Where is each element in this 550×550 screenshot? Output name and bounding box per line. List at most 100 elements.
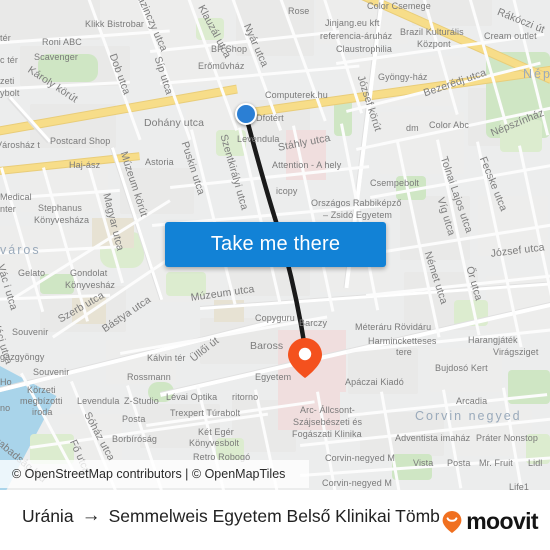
map-poi-label: Központ bbox=[417, 39, 451, 49]
map-poi-label: Mr. Fruit bbox=[479, 458, 513, 468]
map-poi-label: Brazil Kulturális bbox=[400, 27, 464, 37]
take-me-there-button[interactable]: Take me there bbox=[165, 222, 386, 267]
map-poi-label: Lidl bbox=[528, 458, 543, 468]
map-street-label: Német utca bbox=[421, 250, 450, 306]
map-poi-label: Barczy bbox=[299, 318, 328, 328]
map-street-label: Dohány utca bbox=[144, 117, 205, 129]
moovit-logo[interactable]: moovit bbox=[441, 508, 539, 535]
map-poi-label: Dfotért bbox=[256, 113, 284, 123]
map-poi-label: Gondolat bbox=[70, 268, 108, 278]
map-street-label: Baross bbox=[250, 340, 284, 352]
map-canvas[interactable]: Klikk Bistrobar Roni ABC Scavenger Postcard… bbox=[0, 0, 550, 490]
map-poi-label: Adventista imaház bbox=[395, 433, 471, 443]
map-poi-label: referencia-áruház bbox=[320, 31, 393, 41]
map-poi-label: Borbíróság bbox=[112, 434, 158, 444]
map-street-label: Vác i utca bbox=[0, 263, 20, 312]
map-poi-label: Arc- Állcsont- bbox=[300, 405, 355, 415]
map-poi-label: Computerek.hu bbox=[265, 90, 328, 100]
map-street-label: Szentkirályi utca bbox=[217, 133, 251, 212]
map-poi-label: Trexpert Túrabolt bbox=[170, 408, 241, 418]
map-street-label: Síp utca bbox=[151, 55, 176, 97]
map-street-label: Bástya utca bbox=[100, 293, 154, 335]
map-poi-label: Kálvin tér bbox=[147, 353, 186, 363]
map-poi-label: zeti bbox=[0, 76, 15, 86]
map-poi-label: Práter Nonstop bbox=[476, 433, 538, 443]
map-poi-label: Souvenir bbox=[12, 327, 49, 337]
map-poi-label: Országos Rabbiképző bbox=[311, 198, 402, 208]
map-poi-label: Corvin-negyed M bbox=[322, 478, 393, 488]
map-street-label: Dob utca bbox=[106, 52, 133, 97]
map-poi-label: Klikk Bistrobar bbox=[85, 19, 145, 29]
map-poi-label: Apáczai Kiadó bbox=[345, 377, 404, 387]
map-street-label: Magyar utca bbox=[100, 192, 127, 253]
destination-pin-icon[interactable] bbox=[285, 336, 325, 380]
map-street-label: Fecske utca bbox=[476, 155, 510, 214]
map-poi-label: no bbox=[0, 403, 11, 413]
map-street-label: József utca bbox=[490, 241, 546, 260]
moovit-wordmark: moovit bbox=[466, 508, 538, 534]
map-poi-label: Jinjang.eu kft bbox=[325, 18, 380, 28]
map-area-label: város bbox=[0, 243, 41, 257]
map-poi-label: Gelato bbox=[18, 268, 46, 278]
map-poi-label: Harangjáték bbox=[468, 335, 518, 345]
map-poi-label: icopy bbox=[276, 186, 298, 196]
trip-summary: Uránia → Semmelweis Egyetem Belső Klinik… bbox=[22, 505, 440, 527]
map-poi-label: c tér bbox=[0, 55, 19, 65]
map-poi-label: – Zsidó Egyetem bbox=[323, 210, 393, 220]
map-street-label: József körút bbox=[354, 74, 384, 133]
map-poi-label: Rose bbox=[288, 6, 310, 16]
map-poi-label: dm bbox=[406, 123, 419, 133]
map-street-label: Károly körút bbox=[25, 64, 81, 106]
map-street-label: Szerb utca bbox=[56, 289, 107, 326]
map-poi-label: ritorno bbox=[232, 392, 259, 402]
map-street-label: Népszínház bbox=[489, 106, 546, 140]
arrow-right-icon: → bbox=[81, 505, 101, 526]
map-poi-label: Városház t bbox=[0, 140, 41, 150]
map-poi-label: Roni ABC bbox=[42, 37, 82, 47]
map-street-label: Őr utca bbox=[463, 265, 485, 303]
map-poi-label: Rossmann bbox=[127, 372, 171, 382]
trip-destination-name: Semmelweis Egyetem Belső Klinikai Tömb bbox=[108, 505, 440, 526]
map-poi-label: Medical bbox=[0, 192, 32, 202]
map-poi-label: Körzeti bbox=[27, 385, 56, 395]
map-area-label: Nép bbox=[523, 67, 550, 81]
map-street-label: Stáhly utca bbox=[277, 131, 332, 154]
map-poi-label: Levendula bbox=[237, 134, 280, 144]
map-poi-label: Fogászati Klinika bbox=[292, 429, 362, 439]
map-street-label: Bezerédj utca bbox=[422, 66, 488, 100]
map-poi-label: Levendula bbox=[77, 396, 120, 406]
map-poi-label: Postcard Shop bbox=[50, 136, 111, 146]
map-street-label: Üllői út bbox=[188, 334, 222, 365]
map-poi-label: Claustrophilia bbox=[336, 44, 392, 54]
moovit-trip-map-screen: Klikk Bistrobar Roni ABC Scavenger Postcard… bbox=[0, 0, 550, 550]
map-poi-label: Haj-ász bbox=[69, 160, 101, 170]
attribution-text: © OpenStreetMap contributors | © OpenMap… bbox=[12, 467, 286, 481]
trip-origin-name: Uránia bbox=[22, 505, 74, 526]
map-attribution[interactable]: © OpenStreetMap contributors | © OpenMap… bbox=[0, 460, 309, 488]
map-poi-label: Virágsziget bbox=[493, 347, 539, 357]
map-poi-label: Könyvesháza bbox=[34, 215, 90, 225]
map-poi-label: Bujdosó Kert bbox=[435, 363, 488, 373]
map-poi-label: Arcadia bbox=[456, 396, 488, 406]
map-poi-label: Csempebolt bbox=[370, 178, 420, 188]
map-poi-label: iroda bbox=[32, 407, 53, 417]
map-area-label: Corvin negyed bbox=[415, 409, 522, 423]
map-poi-label: Corvin-negyed M bbox=[325, 453, 396, 463]
map-poi-label: Lévai Optika bbox=[166, 392, 218, 402]
map-poi-label: tere bbox=[396, 347, 412, 357]
map-poi-label: ybolt bbox=[0, 88, 20, 98]
map-poi-label: Posta bbox=[447, 458, 471, 468]
map-poi-label: Attention - A hely bbox=[272, 160, 342, 170]
map-poi-label: tér bbox=[0, 33, 11, 43]
map-poi-label: Ho bbox=[0, 377, 12, 387]
map-poi-label: Vista bbox=[413, 458, 434, 468]
map-poi-label: Z-Studio bbox=[124, 396, 159, 406]
map-poi-label: Könyvesbolt bbox=[189, 438, 240, 448]
map-poi-label: Astoria bbox=[145, 157, 174, 167]
map-poi-label: Könyvesház bbox=[65, 280, 116, 290]
map-poi-label: Life1 bbox=[509, 482, 530, 490]
map-poi-label: Cream outlet bbox=[484, 31, 537, 41]
map-street-label: Múzeum utca bbox=[190, 283, 256, 304]
map-poi-label: Két Egér bbox=[198, 427, 234, 437]
origin-dot-icon[interactable] bbox=[235, 103, 257, 125]
